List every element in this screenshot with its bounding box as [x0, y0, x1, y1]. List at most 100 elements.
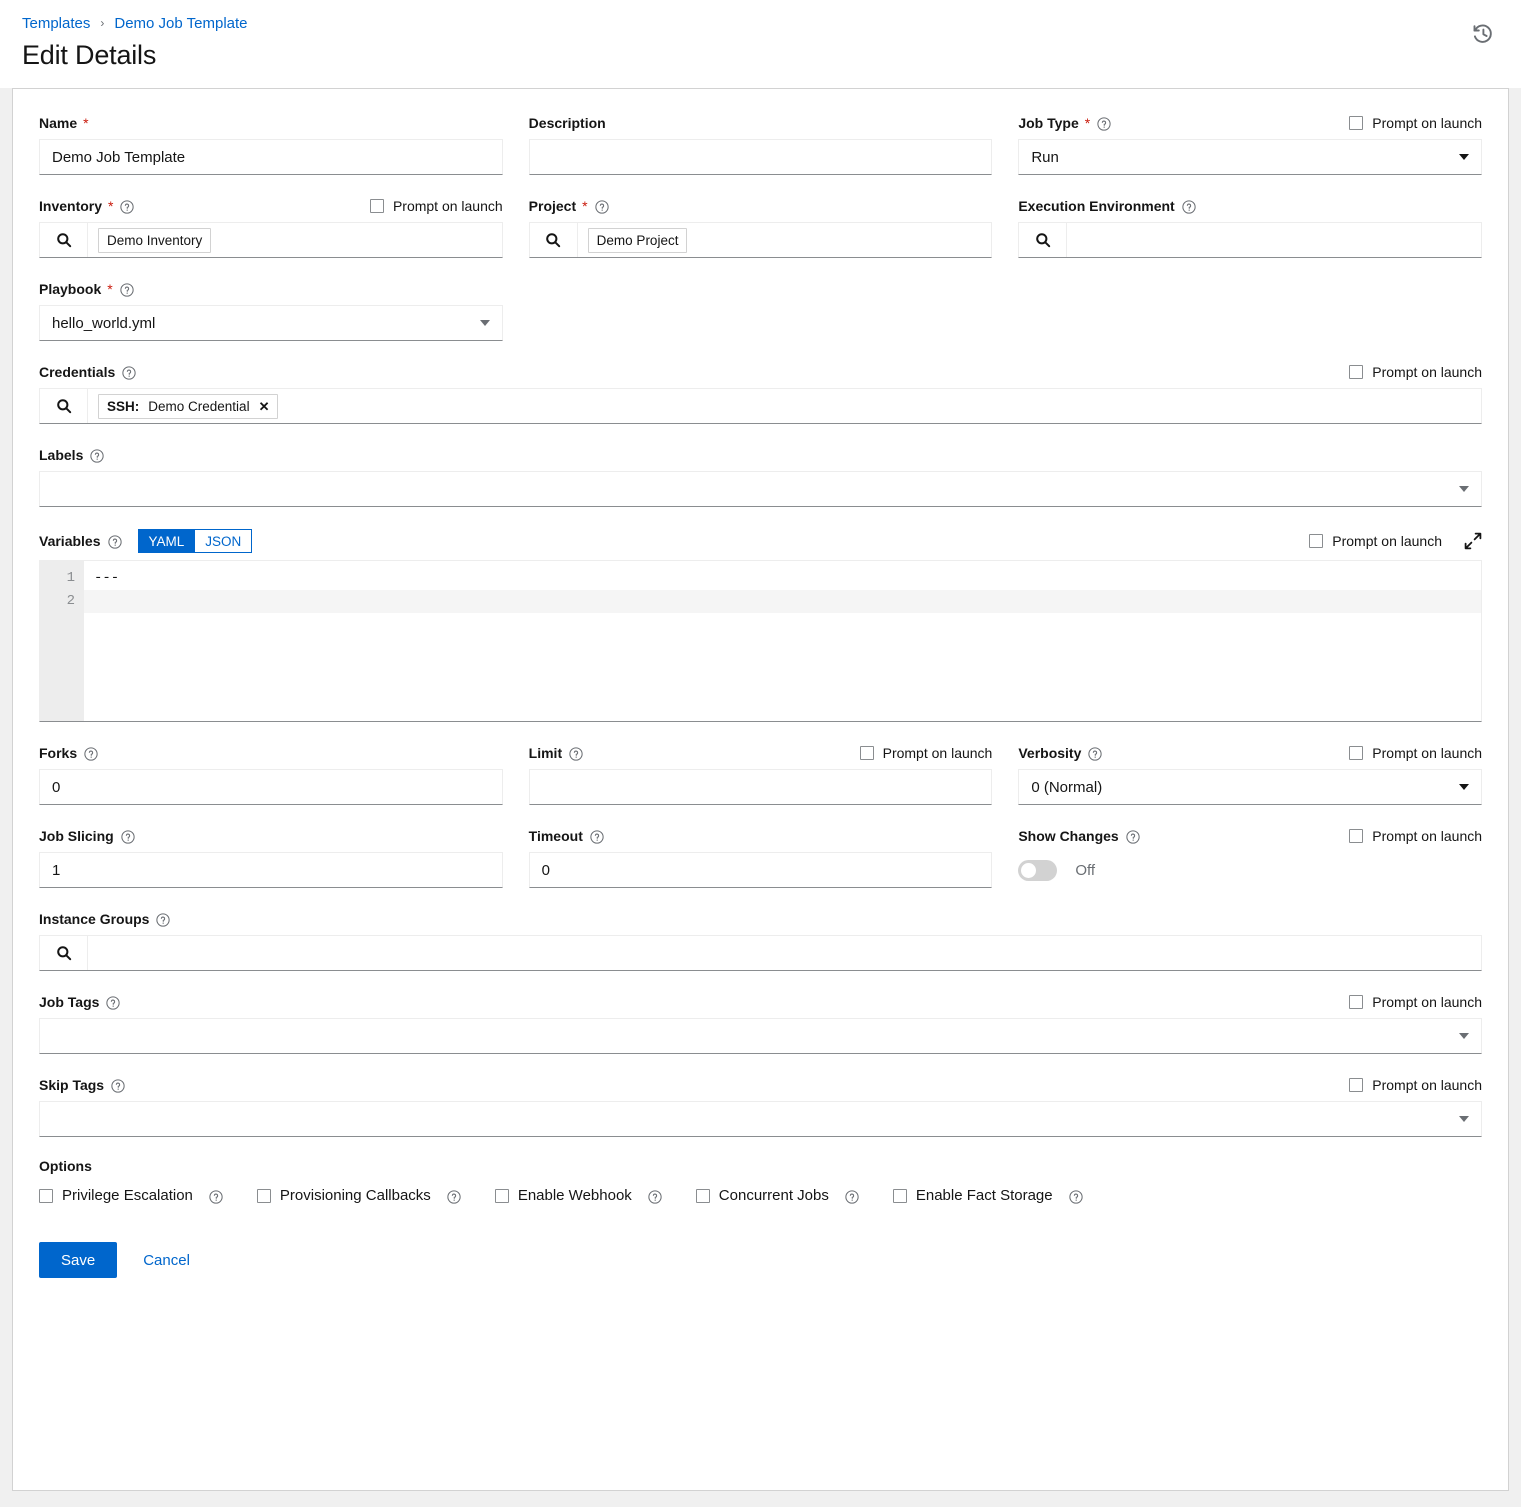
field-verbosity: Verbosity Prompt on launch 0 (Normal) — [1018, 743, 1482, 805]
history-icon[interactable] — [1471, 22, 1495, 46]
help-icon[interactable] — [122, 366, 136, 380]
variables-mode-yaml-button[interactable]: YAML — [138, 529, 195, 553]
option-privilege-escalation[interactable]: Privilege Escalation — [39, 1187, 223, 1204]
page-header: Templates › Demo Job Template Edit Detai… — [0, 0, 1521, 88]
help-icon[interactable] — [595, 200, 609, 214]
search-icon[interactable] — [40, 936, 88, 970]
skip-tags-select[interactable] — [39, 1101, 1482, 1137]
name-input[interactable]: Demo Job Template — [39, 139, 503, 175]
help-icon[interactable] — [121, 830, 135, 844]
search-icon[interactable] — [40, 223, 88, 257]
checkbox-box — [495, 1189, 509, 1203]
variables-mode-json-button[interactable]: JSON — [194, 529, 252, 553]
cancel-button[interactable]: Cancel — [131, 1252, 202, 1269]
help-icon[interactable] — [845, 1190, 859, 1204]
instance-groups-value[interactable] — [88, 936, 1481, 970]
search-icon[interactable] — [1019, 223, 1067, 257]
job-type-select[interactable]: Run — [1018, 139, 1482, 175]
option-label: Enable Webhook — [518, 1187, 632, 1204]
limit-input[interactable] — [529, 769, 993, 805]
toggle-knob — [1021, 863, 1036, 878]
inventory-chip-label: Demo Inventory — [107, 233, 202, 248]
checkbox-box — [860, 746, 874, 760]
prompt-on-launch-label: Prompt on launch — [1372, 115, 1482, 131]
job-tags-prompt-on-launch-checkbox[interactable]: Prompt on launch — [1349, 994, 1482, 1010]
help-icon[interactable] — [209, 1190, 223, 1204]
job-tags-select[interactable] — [39, 1018, 1482, 1054]
timeout-input[interactable]: 0 — [529, 852, 993, 888]
limit-prompt-on-launch-checkbox[interactable]: Prompt on launch — [860, 745, 993, 761]
labels-select[interactable] — [39, 471, 1482, 507]
verbosity-select[interactable]: 0 (Normal) — [1018, 769, 1482, 805]
option-concurrent-jobs[interactable]: Concurrent Jobs — [696, 1187, 859, 1204]
help-icon[interactable] — [108, 535, 122, 549]
checkbox-box — [1349, 1078, 1363, 1092]
option-label: Privilege Escalation — [62, 1187, 193, 1204]
variables-code-editor[interactable]: 1 2 --- — [39, 560, 1482, 722]
help-icon[interactable] — [90, 449, 104, 463]
checkbox-box — [696, 1189, 710, 1203]
inventory-prompt-on-launch-checkbox[interactable]: Prompt on launch — [370, 198, 503, 214]
chevron-down-icon — [1459, 154, 1469, 160]
field-verbosity-label: Verbosity — [1018, 745, 1081, 761]
show-changes-prompt-on-launch-checkbox[interactable]: Prompt on launch — [1349, 828, 1482, 844]
credential-chip[interactable]: SSH: Demo Credential ✕ — [98, 394, 278, 419]
help-icon[interactable] — [111, 1079, 125, 1093]
help-icon[interactable] — [1069, 1190, 1083, 1204]
project-chip[interactable]: Demo Project — [588, 228, 688, 253]
help-icon[interactable] — [156, 913, 170, 927]
help-icon[interactable] — [120, 200, 134, 214]
options-row: Privilege Escalation Provisioning Callba… — [39, 1187, 1482, 1204]
playbook-select[interactable]: hello_world.yml — [39, 305, 503, 341]
field-playbook: Playbook * hello_world.yml — [39, 279, 503, 341]
search-icon[interactable] — [40, 389, 88, 423]
option-enable-webhook[interactable]: Enable Webhook — [495, 1187, 662, 1204]
field-forks-label: Forks — [39, 745, 77, 761]
option-enable-fact-storage[interactable]: Enable Fact Storage — [893, 1187, 1083, 1204]
description-input[interactable] — [529, 139, 993, 175]
help-icon[interactable] — [1088, 747, 1102, 761]
checkbox-box — [893, 1189, 907, 1203]
job-slicing-input[interactable]: 1 — [39, 852, 503, 888]
breadcrumb-item-demo-job-template[interactable]: Demo Job Template — [114, 15, 247, 32]
expand-icon[interactable] — [1464, 532, 1482, 550]
credentials-prompt-on-launch-checkbox[interactable]: Prompt on launch — [1349, 364, 1482, 380]
field-instance-groups-label: Instance Groups — [39, 911, 149, 927]
skip-tags-prompt-on-launch-checkbox[interactable]: Prompt on launch — [1349, 1077, 1482, 1093]
required-marker: * — [83, 116, 88, 130]
code-line-active — [84, 590, 1481, 613]
execution-environment-value[interactable] — [1067, 223, 1481, 257]
help-icon[interactable] — [590, 830, 604, 844]
credential-chip-prefix: SSH: — [107, 399, 139, 414]
verbosity-prompt-on-launch-checkbox[interactable]: Prompt on launch — [1349, 745, 1482, 761]
show-changes-toggle[interactable] — [1018, 860, 1057, 881]
field-job-slicing-label: Job Slicing — [39, 828, 114, 844]
field-inventory: Inventory * Prompt on launch Demo Invent — [39, 196, 503, 258]
field-show-changes: Show Changes Prompt on launch Off — [1018, 826, 1482, 888]
help-icon[interactable] — [648, 1190, 662, 1204]
search-icon[interactable] — [530, 223, 578, 257]
close-icon[interactable]: ✕ — [259, 400, 270, 413]
help-icon[interactable] — [447, 1190, 461, 1204]
form-footer: Save Cancel — [39, 1242, 1482, 1278]
prompt-on-launch-label: Prompt on launch — [1372, 994, 1482, 1010]
help-icon[interactable] — [1097, 117, 1111, 131]
help-icon[interactable] — [120, 283, 134, 297]
project-chip-label: Demo Project — [597, 233, 679, 248]
variables-prompt-on-launch-checkbox[interactable]: Prompt on launch — [1309, 533, 1442, 549]
form-row-2: Inventory * Prompt on launch Demo Invent — [39, 196, 1482, 279]
help-icon[interactable] — [569, 747, 583, 761]
job-type-value: Run — [1031, 149, 1059, 166]
job-type-prompt-on-launch-checkbox[interactable]: Prompt on launch — [1349, 115, 1482, 131]
editor-code-area[interactable]: --- — [84, 561, 1481, 721]
help-icon[interactable] — [84, 747, 98, 761]
option-provisioning-callbacks[interactable]: Provisioning Callbacks — [257, 1187, 461, 1204]
inventory-chip[interactable]: Demo Inventory — [98, 228, 211, 253]
forks-input[interactable]: 0 — [39, 769, 503, 805]
breadcrumb-item-templates[interactable]: Templates — [22, 15, 90, 32]
chevron-down-icon — [480, 320, 490, 326]
help-icon[interactable] — [106, 996, 120, 1010]
help-icon[interactable] — [1126, 830, 1140, 844]
save-button[interactable]: Save — [39, 1242, 117, 1278]
help-icon[interactable] — [1182, 200, 1196, 214]
